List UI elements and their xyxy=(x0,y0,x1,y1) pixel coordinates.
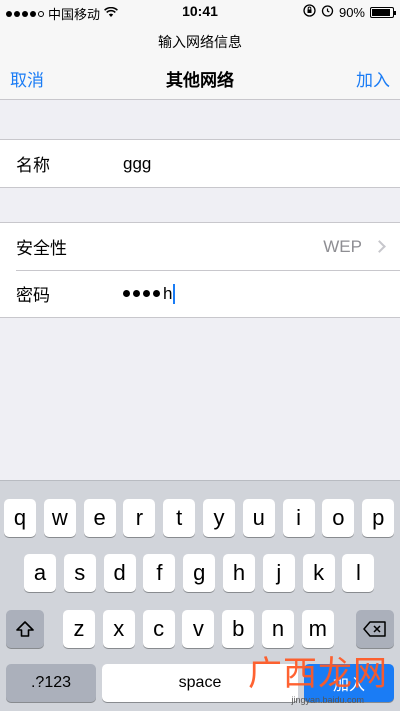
password-label: 密码 xyxy=(16,286,50,305)
key-k[interactable]: k xyxy=(302,554,335,592)
key-y[interactable]: y xyxy=(203,499,235,537)
battery-percent: 90% xyxy=(338,4,365,20)
battery-icon xyxy=(370,6,396,18)
security-group: 安全性 WEP 密码 h xyxy=(0,222,400,318)
battery-fill xyxy=(372,8,390,16)
password-last-char: h xyxy=(163,283,173,303)
orientation-lock-icon xyxy=(303,4,316,20)
name-row[interactable]: 名称 ggg xyxy=(0,140,400,187)
password-dot xyxy=(153,290,160,297)
watermark-url: jingyan.baidu.com xyxy=(291,695,364,705)
key-x[interactable]: x xyxy=(102,610,135,648)
password-dot xyxy=(143,290,150,297)
page-title: 其他网络 xyxy=(166,71,234,90)
nav-prompt: 输入网络信息 xyxy=(158,34,242,50)
shift-icon xyxy=(16,621,34,637)
key-p[interactable]: p xyxy=(362,499,395,537)
key-v[interactable]: v xyxy=(182,610,215,648)
name-label: 名称 xyxy=(16,156,50,175)
status-bar: 中国移动 10:41 90% xyxy=(0,0,400,24)
key-b[interactable]: b xyxy=(222,610,255,648)
backspace-key[interactable] xyxy=(356,610,394,648)
key-f[interactable]: f xyxy=(143,554,176,592)
delete-icon xyxy=(363,621,386,637)
key-s[interactable]: s xyxy=(63,554,96,592)
join-button[interactable]: 加入 xyxy=(356,66,390,91)
chevron-right-icon xyxy=(373,240,386,253)
key-l[interactable]: l xyxy=(342,554,375,592)
status-right: 90% xyxy=(303,4,396,20)
key-q[interactable]: q xyxy=(4,499,36,537)
key-g[interactable]: g xyxy=(183,554,216,592)
key-i[interactable]: i xyxy=(282,499,315,537)
key-e[interactable]: e xyxy=(83,499,116,537)
key-o[interactable]: o xyxy=(322,499,355,537)
password-field[interactable]: h xyxy=(123,283,176,304)
navigation-bar: 输入网络信息 取消 其他网络 加入 xyxy=(0,24,400,100)
security-label: 安全性 xyxy=(16,239,67,258)
key-z[interactable]: z xyxy=(63,610,95,648)
watermark-logo: 广西龙网 xyxy=(248,654,388,694)
key-d[interactable]: d xyxy=(103,554,136,592)
name-group: 名称 ggg xyxy=(0,139,400,188)
shift-key[interactable] xyxy=(6,610,44,648)
security-value: WEP xyxy=(323,236,362,256)
key-w[interactable]: w xyxy=(43,499,76,537)
key-u[interactable]: u xyxy=(242,499,275,537)
password-dot xyxy=(133,290,140,297)
name-field[interactable]: ggg xyxy=(123,154,151,174)
text-cursor xyxy=(173,283,176,304)
alarm-icon xyxy=(321,4,334,20)
key-j[interactable]: j xyxy=(262,554,295,592)
key-c[interactable]: c xyxy=(142,610,175,648)
password-dot xyxy=(123,290,130,297)
key-r[interactable]: r xyxy=(123,499,156,537)
key-a[interactable]: a xyxy=(24,554,56,592)
key-h[interactable]: h xyxy=(223,554,255,592)
password-row[interactable]: 密码 h xyxy=(0,270,400,317)
key-m[interactable]: m xyxy=(301,610,334,648)
security-row[interactable]: 安全性 WEP xyxy=(0,223,400,270)
key-n[interactable]: n xyxy=(262,610,294,648)
numbers-key[interactable]: .?123 xyxy=(6,664,96,702)
key-t[interactable]: t xyxy=(163,499,196,537)
